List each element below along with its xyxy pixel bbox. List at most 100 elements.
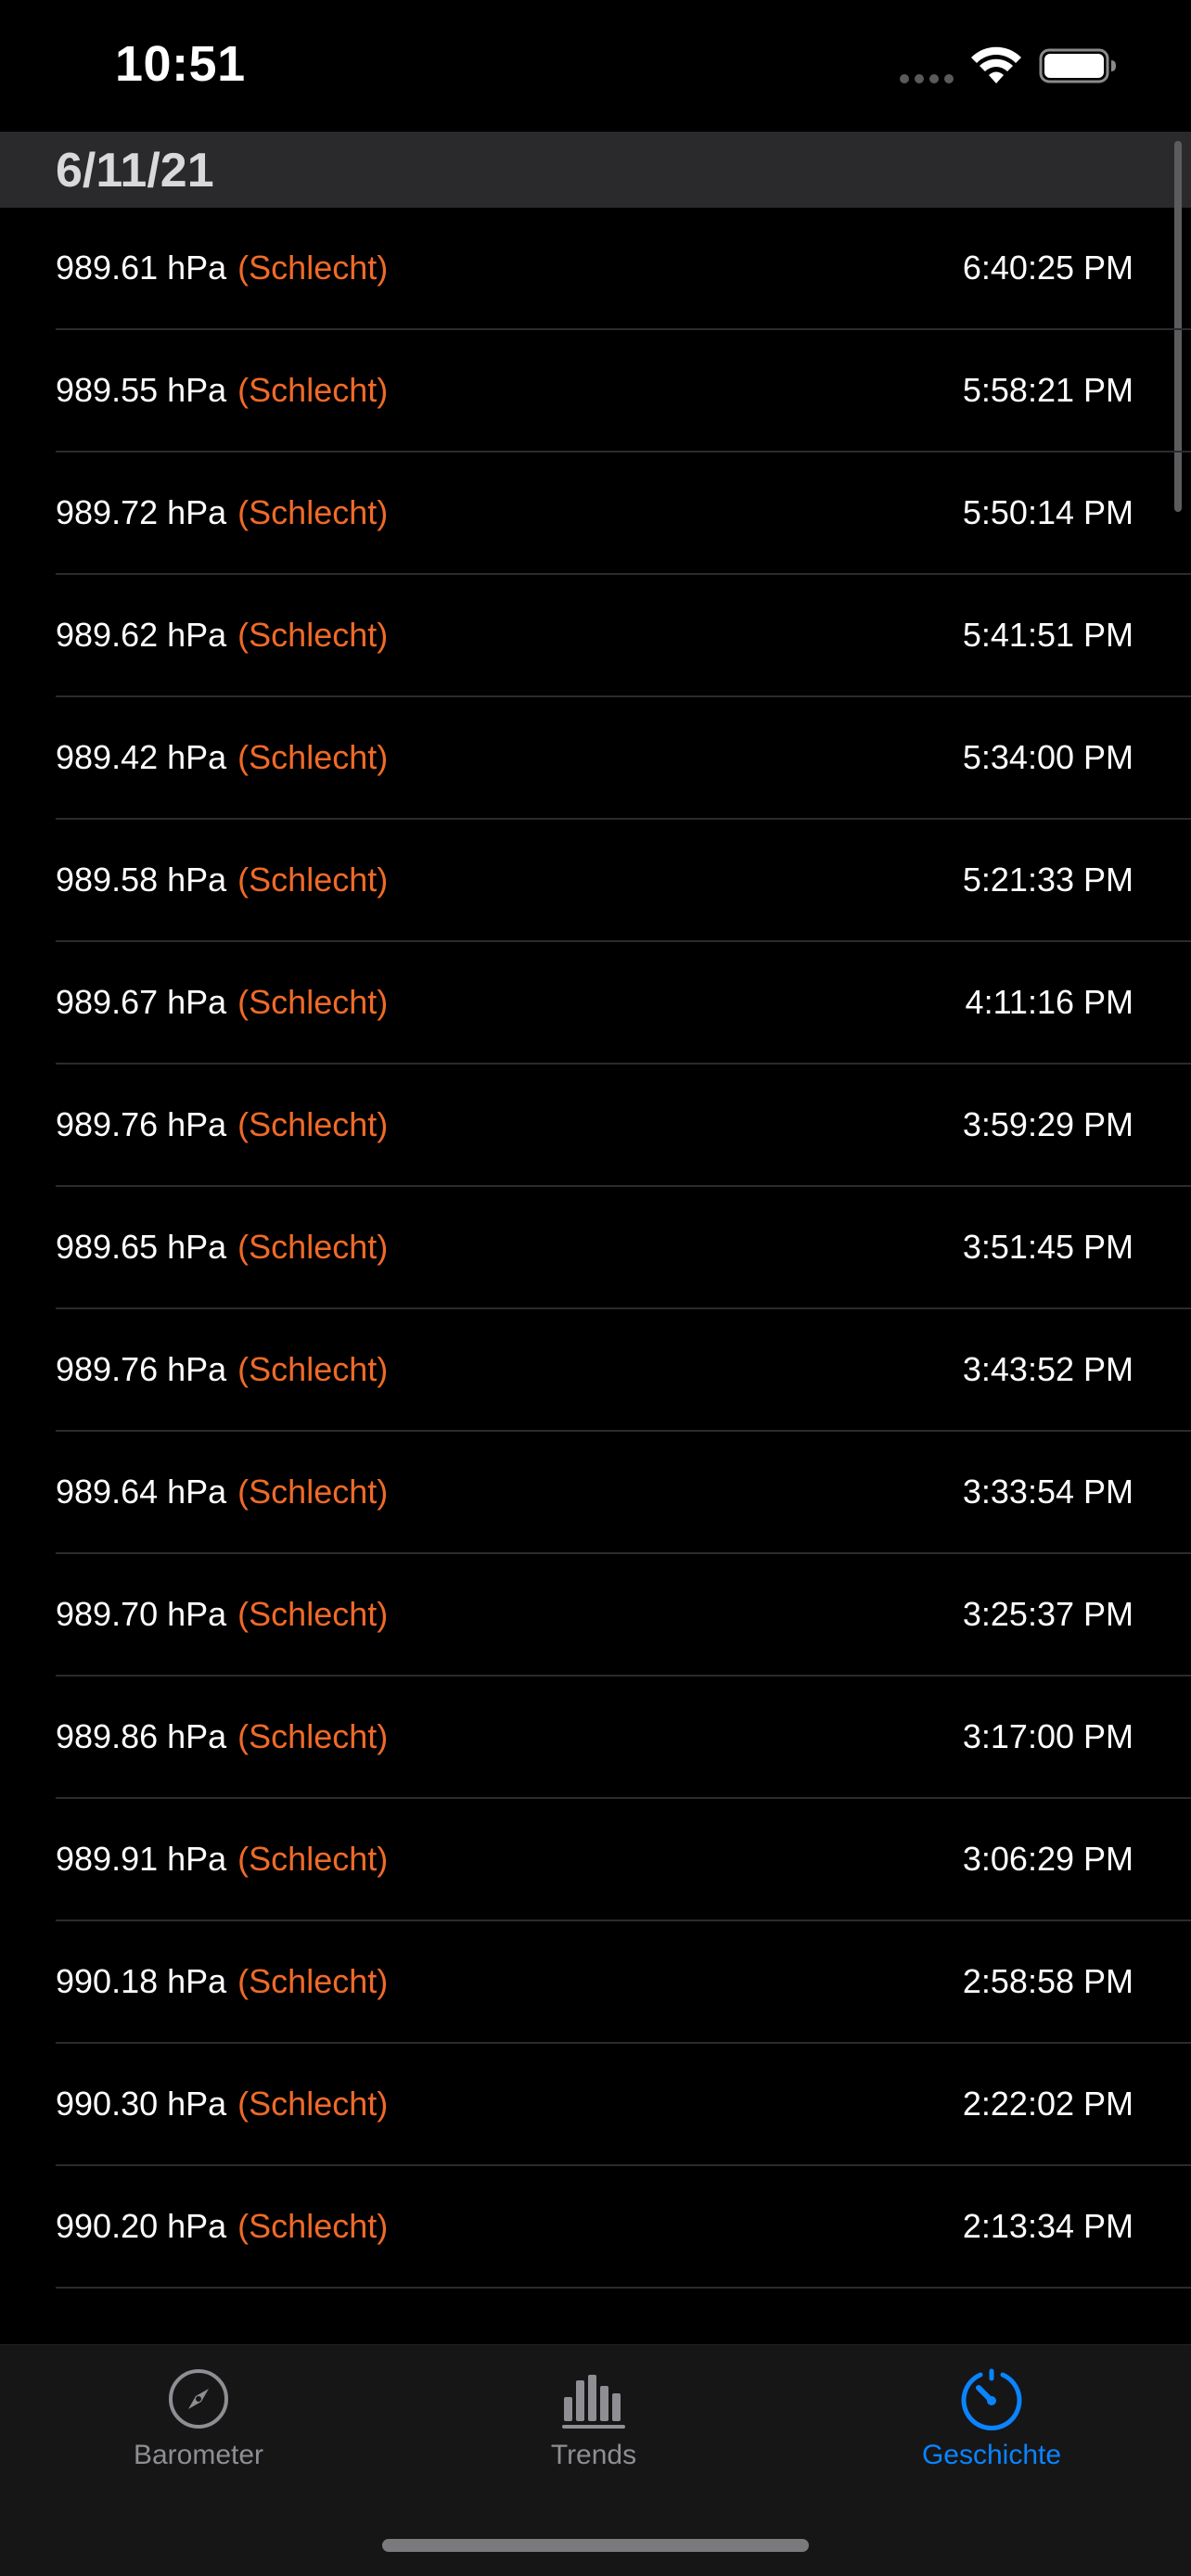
condition-label: (Schlecht) xyxy=(237,2207,389,2245)
reading-value: 989.55 hPa (Schlecht) xyxy=(56,371,388,410)
condition-label: (Schlecht) xyxy=(237,1717,389,1755)
reading-row[interactable]: 989.72 hPa (Schlecht) 5:50:14 PM xyxy=(56,453,1191,575)
pressure-value: 989.64 hPa xyxy=(56,1473,227,1511)
reading-row[interactable]: 989.61 hPa (Schlecht) 6:40:25 PM xyxy=(56,208,1191,330)
reading-value: 990.20 hPa (Schlecht) xyxy=(56,2207,388,2246)
reading-value: 989.64 hPa (Schlecht) xyxy=(56,1473,388,1511)
pressure-value: 989.76 hPa xyxy=(56,1105,227,1143)
tab-label: Barometer xyxy=(133,2440,264,2470)
compass-icon xyxy=(169,2369,228,2429)
reading-time: 3:43:52 PM xyxy=(962,1350,1133,1388)
cellular-signal-icon xyxy=(900,74,954,83)
reading-row[interactable]: 989.67 hPa (Schlecht) 4:11:16 PM xyxy=(56,942,1191,1065)
reading-row[interactable]: 989.55 hPa (Schlecht) 5:58:21 PM xyxy=(56,330,1191,453)
reading-row[interactable]: 989.91 hPa (Schlecht) 3:06:29 PM xyxy=(56,1799,1191,1921)
reading-time: 3:59:29 PM xyxy=(962,1105,1133,1143)
condition-label: (Schlecht) xyxy=(237,738,389,776)
condition-label: (Schlecht) xyxy=(237,1473,389,1511)
reading-value: 989.67 hPa (Schlecht) xyxy=(56,983,388,1022)
pressure-value: 990.20 hPa xyxy=(56,2207,227,2245)
tab-label: Geschichte xyxy=(921,2440,1062,2470)
tab-label: Trends xyxy=(550,2440,637,2470)
reading-time: 2:22:02 PM xyxy=(962,2085,1133,2123)
reading-row[interactable]: 989.58 hPa (Schlecht) 5:21:33 PM xyxy=(56,820,1191,942)
reading-value: 989.91 hPa (Schlecht) xyxy=(56,1840,388,1879)
wifi-icon xyxy=(971,46,1021,83)
reading-row[interactable]: 989.70 hPa (Schlecht) 3:25:37 PM xyxy=(56,1554,1191,1677)
pressure-value: 990.18 hPa xyxy=(56,1962,227,2000)
reading-value: 989.70 hPa (Schlecht) xyxy=(56,1595,388,1634)
reading-value: 989.58 hPa (Schlecht) xyxy=(56,861,388,899)
condition-label: (Schlecht) xyxy=(237,1228,389,1266)
tab-geschichte[interactable]: Geschichte xyxy=(862,2366,1121,2471)
reading-time: 2:13:34 PM xyxy=(962,2207,1133,2245)
pressure-value: 989.67 hPa xyxy=(56,983,227,1021)
reading-row[interactable]: 989.65 hPa (Schlecht) 3:51:45 PM xyxy=(56,1187,1191,1309)
condition-label: (Schlecht) xyxy=(237,1962,389,2000)
condition-label: (Schlecht) xyxy=(237,1105,389,1143)
status-bar: 10:51 xyxy=(0,0,1191,130)
readings-list[interactable]: 989.61 hPa (Schlecht) 6:40:25 PM 989.55 h… xyxy=(0,208,1191,2344)
reading-value: 990.30 hPa (Schlecht) xyxy=(56,2085,388,2123)
reading-time: 3:25:37 PM xyxy=(962,1595,1133,1633)
reading-time: 3:17:00 PM xyxy=(962,1717,1133,1755)
reading-row[interactable]: 990.18 hPa (Schlecht) 2:58:58 PM xyxy=(56,1921,1191,2044)
history-screen: 10:51 6/11/21 989.61 hPa (Schlecht) 6:40:… xyxy=(0,0,1191,2576)
pressure-value: 989.76 hPa xyxy=(56,1350,227,1388)
pressure-value: 989.86 hPa xyxy=(56,1717,227,1755)
reading-row[interactable]: 989.86 hPa (Schlecht) 3:17:00 PM xyxy=(56,1677,1191,1799)
date-section-header: 6/11/21 xyxy=(0,132,1191,208)
reading-value: 989.86 hPa (Schlecht) xyxy=(56,1717,388,1756)
reading-row[interactable]: 989.76 hPa (Schlecht) 3:59:29 PM xyxy=(56,1065,1191,1187)
reading-row[interactable]: 989.42 hPa (Schlecht) 5:34:00 PM xyxy=(56,697,1191,820)
condition-label: (Schlecht) xyxy=(237,1350,389,1388)
pressure-value: 990.30 hPa xyxy=(56,2085,227,2123)
reading-row[interactable]: 989.76 hPa (Schlecht) 3:43:52 PM xyxy=(56,1309,1191,1432)
condition-label: (Schlecht) xyxy=(237,249,389,287)
condition-label: (Schlecht) xyxy=(237,861,389,899)
pressure-value: 989.70 hPa xyxy=(56,1595,227,1633)
condition-label: (Schlecht) xyxy=(237,2085,389,2123)
reading-time: 5:58:21 PM xyxy=(962,371,1133,409)
tab-barometer[interactable]: Barometer xyxy=(69,2366,328,2471)
reading-time: 4:11:16 PM xyxy=(965,983,1133,1021)
reading-time: 5:34:00 PM xyxy=(962,738,1133,776)
pressure-value: 989.42 hPa xyxy=(56,738,227,776)
reading-value: 989.62 hPa (Schlecht) xyxy=(56,616,388,655)
reading-value: 989.42 hPa (Schlecht) xyxy=(56,738,388,777)
bar-chart-icon xyxy=(562,2375,625,2429)
reading-row[interactable]: 989.62 hPa (Schlecht) 5:41:51 PM xyxy=(56,575,1191,697)
reading-value: 989.76 hPa (Schlecht) xyxy=(56,1350,388,1389)
status-time: 10:51 xyxy=(115,36,246,92)
condition-label: (Schlecht) xyxy=(237,1595,389,1633)
reading-value: 989.61 hPa (Schlecht) xyxy=(56,249,388,287)
condition-label: (Schlecht) xyxy=(237,371,389,409)
reading-row[interactable]: 990.20 hPa (Schlecht) 2:13:34 PM xyxy=(56,2166,1191,2289)
reading-time: 5:50:14 PM xyxy=(962,493,1133,531)
pressure-value: 989.91 hPa xyxy=(56,1840,227,1878)
condition-label: (Schlecht) xyxy=(237,983,389,1021)
reading-time: 3:51:45 PM xyxy=(962,1228,1133,1266)
history-gauge-icon xyxy=(961,2368,1022,2430)
condition-label: (Schlecht) xyxy=(237,1840,389,1878)
home-indicator[interactable] xyxy=(382,2539,809,2552)
reading-time: 5:21:33 PM xyxy=(962,861,1133,899)
pressure-value: 989.55 hPa xyxy=(56,371,227,409)
pressure-value: 989.62 hPa xyxy=(56,616,227,654)
reading-value: 989.76 hPa (Schlecht) xyxy=(56,1105,388,1144)
condition-label: (Schlecht) xyxy=(237,493,389,531)
reading-time: 2:58:58 PM xyxy=(962,1962,1133,2000)
reading-time: 5:41:51 PM xyxy=(962,616,1133,654)
reading-row[interactable]: 990.30 hPa (Schlecht) 2:22:02 PM xyxy=(56,2044,1191,2166)
pressure-value: 989.72 hPa xyxy=(56,493,227,531)
reading-time: 3:33:54 PM xyxy=(962,1473,1133,1511)
tab-trends[interactable]: Trends xyxy=(464,2366,724,2471)
reading-row[interactable]: 989.64 hPa (Schlecht) 3:33:54 PM xyxy=(56,1432,1191,1554)
pressure-value: 989.65 hPa xyxy=(56,1228,227,1266)
condition-label: (Schlecht) xyxy=(237,616,389,654)
reading-value: 990.18 hPa (Schlecht) xyxy=(56,1962,388,2001)
reading-value: 989.72 hPa (Schlecht) xyxy=(56,493,388,532)
reading-time: 3:06:29 PM xyxy=(962,1840,1133,1878)
pressure-value: 989.61 hPa xyxy=(56,249,227,287)
battery-icon xyxy=(1039,48,1116,83)
